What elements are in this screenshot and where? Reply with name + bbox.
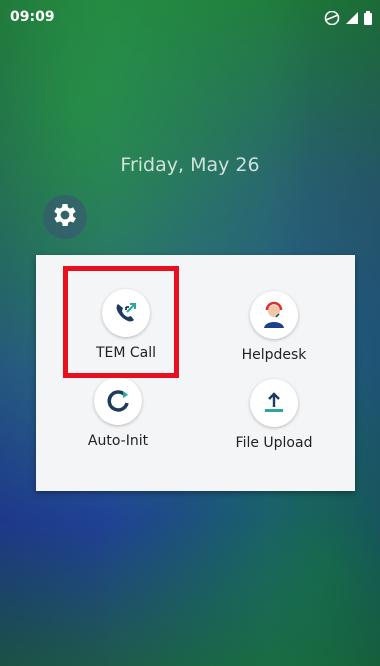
- settings-button[interactable]: [43, 195, 87, 239]
- status-bar: 09:09: [0, 0, 380, 34]
- shortcut-label: File Upload: [235, 435, 313, 451]
- refresh-icon: [94, 377, 142, 425]
- shortcut-label: Auto-Init: [87, 433, 149, 449]
- wifi-icon: [324, 10, 340, 29]
- highlight-box: [63, 266, 179, 378]
- battery-icon: [364, 10, 372, 29]
- helpdesk-agent-icon: [250, 291, 298, 339]
- status-time: 09:09: [10, 9, 55, 25]
- shortcut-helpdesk[interactable]: Helpdesk: [204, 291, 344, 363]
- status-icons: [324, 10, 372, 29]
- lock-screen-date: Friday, May 26: [120, 154, 260, 176]
- shortcut-file-upload[interactable]: File Upload: [204, 379, 344, 451]
- signal-icon: [345, 10, 359, 29]
- shortcut-auto-init[interactable]: Auto-Init: [48, 377, 188, 449]
- gear-icon: [50, 200, 80, 234]
- upload-icon: [250, 379, 298, 427]
- shortcut-label: Helpdesk: [241, 347, 307, 363]
